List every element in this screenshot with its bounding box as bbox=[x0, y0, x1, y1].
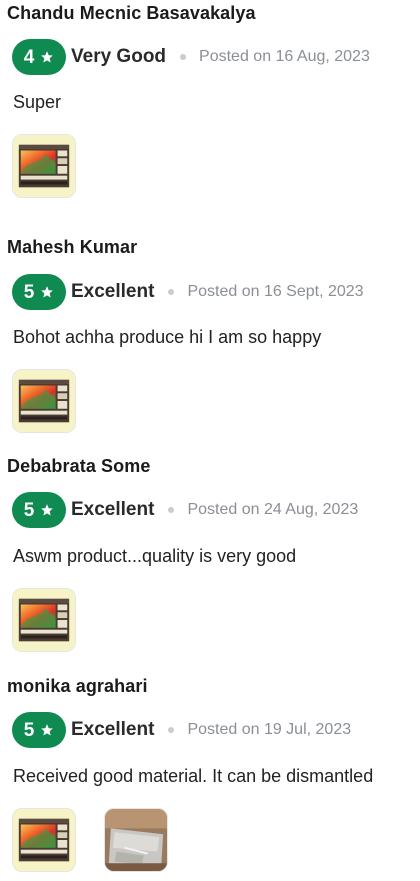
review-comment: Received good material. It can be disman… bbox=[13, 766, 374, 786]
tv-unit-photo bbox=[13, 809, 75, 871]
rating-badge: 5 bbox=[12, 712, 66, 748]
separator-dot bbox=[168, 507, 175, 513]
posted-date: Posted on 24 Aug, 2023 bbox=[187, 501, 359, 518]
star-icon bbox=[41, 286, 54, 298]
rating-label: Excellent bbox=[71, 281, 155, 302]
rating-label: Very Good bbox=[71, 46, 167, 67]
review-comment: Super bbox=[13, 92, 62, 112]
review-comment: Aswm product...quality is very good bbox=[13, 546, 297, 566]
rating-label: Excellent bbox=[71, 499, 155, 520]
separator-dot bbox=[180, 54, 187, 60]
tv-unit-photo bbox=[13, 370, 75, 432]
reviewer-name: Debabrata Some bbox=[7, 456, 151, 476]
review-photo-thumbnail[interactable] bbox=[12, 588, 76, 652]
review-photo-thumbnail[interactable] bbox=[12, 808, 76, 872]
rating-value: 5 bbox=[23, 281, 35, 303]
rating-badge: 5 bbox=[12, 274, 66, 310]
material-closeup-photo bbox=[105, 809, 167, 871]
posted-date: Posted on 16 Aug, 2023 bbox=[199, 48, 370, 65]
rating-value: 5 bbox=[23, 719, 35, 741]
rating-value: 5 bbox=[23, 499, 35, 521]
separator-dot bbox=[168, 289, 175, 295]
star-icon bbox=[41, 724, 54, 736]
rating-badge: 4 bbox=[12, 39, 66, 75]
rating-row: 5 Excellent Posted on 16 Sept, 2023 bbox=[12, 274, 364, 310]
tv-unit-photo bbox=[13, 589, 75, 651]
rating-value: 4 bbox=[23, 46, 35, 68]
reviewer-name: monika agrahari bbox=[7, 676, 148, 696]
rating-badge: 5 bbox=[12, 492, 66, 528]
review-photo-thumbnail[interactable] bbox=[12, 134, 76, 198]
rating-row: 5 Excellent Posted on 19 Jul, 2023 bbox=[12, 712, 351, 748]
review-photo-thumbnail[interactable] bbox=[12, 369, 76, 433]
rating-row: 5 Excellent Posted on 24 Aug, 2023 bbox=[12, 492, 358, 528]
reviewer-name: Chandu Mecnic Basavakalya bbox=[7, 3, 256, 23]
posted-date: Posted on 19 Jul, 2023 bbox=[187, 721, 352, 738]
separator-dot bbox=[168, 727, 175, 733]
rating-label: Excellent bbox=[71, 719, 155, 740]
review-comment: Bohot achha produce hi I am so happy bbox=[13, 327, 322, 347]
posted-date: Posted on 16 Sept, 2023 bbox=[187, 283, 364, 300]
tv-unit-photo bbox=[13, 135, 75, 197]
reviewer-name: Mahesh Kumar bbox=[7, 237, 138, 257]
star-icon bbox=[41, 51, 54, 63]
review-photo-thumbnail[interactable] bbox=[104, 808, 168, 872]
rating-row: 4 Very Good Posted on 16 Aug, 2023 bbox=[12, 39, 370, 75]
star-icon bbox=[41, 504, 54, 516]
